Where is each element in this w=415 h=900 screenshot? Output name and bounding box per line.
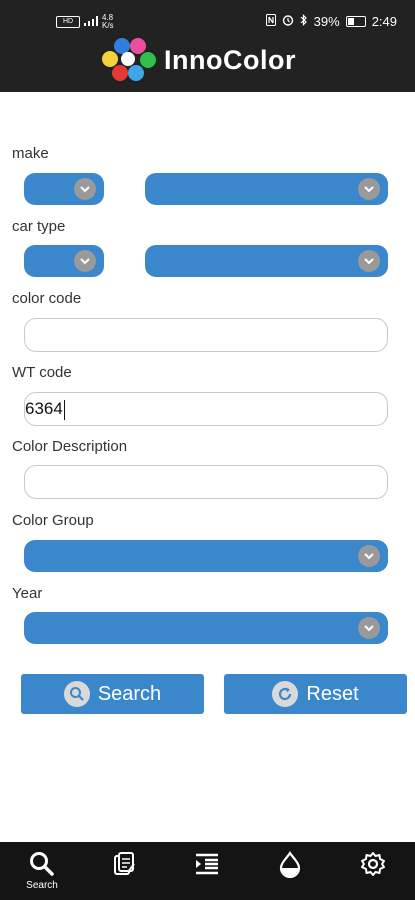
car-type-select[interactable] xyxy=(145,245,388,277)
search-icon xyxy=(30,852,54,876)
year-select[interactable] xyxy=(24,612,388,644)
make-prefix-select[interactable] xyxy=(24,173,104,205)
color-group-select[interactable] xyxy=(24,540,388,572)
chevron-down-icon xyxy=(74,178,96,200)
nav-color[interactable] xyxy=(260,842,320,900)
year-label: Year xyxy=(12,585,43,602)
net-speed-unit: K/s xyxy=(102,21,114,30)
brand-name: InnoColor xyxy=(164,44,296,75)
app-header: HD 4.8 K/s 39% 2:49 InnoColor xyxy=(0,0,415,92)
color-description-input[interactable] xyxy=(24,465,388,499)
network-badge: HD xyxy=(56,16,80,28)
nav-formula[interactable] xyxy=(94,842,154,900)
car-type-prefix-select[interactable] xyxy=(24,245,104,277)
nav-search-label: Search xyxy=(26,880,58,891)
text-caret xyxy=(63,399,65,420)
search-button-label: Search xyxy=(97,682,162,705)
chevron-down-icon xyxy=(74,250,96,272)
list-indent-icon xyxy=(196,853,218,875)
reset-button[interactable]: Reset xyxy=(224,674,407,714)
color-code-input[interactable] xyxy=(24,318,388,352)
nav-search[interactable]: Search xyxy=(12,842,72,900)
bottom-nav: Search xyxy=(0,842,415,900)
battery-icon xyxy=(345,16,366,27)
logo-flower-icon xyxy=(100,38,158,82)
chevron-down-icon xyxy=(358,617,380,639)
gear-icon xyxy=(361,852,385,876)
drop-icon xyxy=(279,851,301,878)
car-type-label: car type xyxy=(12,218,66,235)
signal-icon xyxy=(84,15,98,29)
search-button[interactable]: Search xyxy=(21,674,204,714)
color-group-label: Color Group xyxy=(12,512,94,529)
chevron-down-icon xyxy=(358,250,380,272)
app-logo: InnoColor xyxy=(100,38,296,82)
make-select[interactable] xyxy=(145,173,388,205)
color-description-label: Color Description xyxy=(12,438,128,455)
status-bar: HD 4.8 K/s 39% 2:49 xyxy=(0,14,415,38)
nav-settings[interactable] xyxy=(343,842,403,900)
make-label: make xyxy=(12,145,49,162)
battery-percent: 39% xyxy=(313,14,340,29)
chevron-down-icon xyxy=(358,178,380,200)
chevron-down-icon xyxy=(358,545,380,567)
clock: 2:49 xyxy=(371,14,397,29)
refresh-icon xyxy=(272,681,299,707)
reset-button-label: Reset xyxy=(306,682,359,705)
net-speed: 4.8 K/s xyxy=(102,14,114,30)
formula-icon xyxy=(114,852,135,875)
wt-code-input[interactable]: 6364 xyxy=(24,392,388,426)
nfc-icon xyxy=(265,14,276,29)
color-code-label: color code xyxy=(12,290,82,307)
wt-code-value: 6364 xyxy=(25,399,63,418)
search-icon xyxy=(63,681,90,707)
bluetooth-icon xyxy=(300,14,308,29)
wt-code-label: WT code xyxy=(12,364,72,381)
alarm-icon xyxy=(282,14,294,29)
nav-list[interactable] xyxy=(177,842,237,900)
